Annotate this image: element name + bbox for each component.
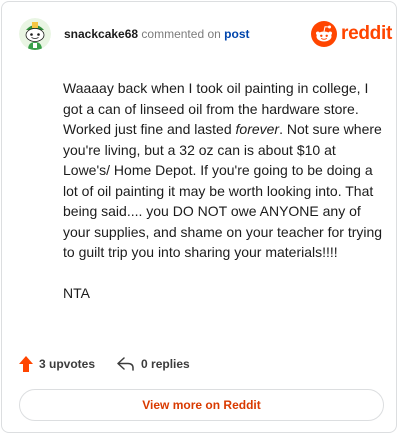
reddit-wordmark: reddit <box>341 23 392 44</box>
reply-arrow-icon <box>117 357 134 371</box>
view-more-button[interactable]: View more on Reddit <box>19 389 384 421</box>
comment-paragraph: NTA <box>63 284 90 301</box>
replies-stat[interactable]: 0 replies <box>117 357 190 371</box>
comment-stats: 3 upvotes 0 replies <box>19 356 190 372</box>
username-link[interactable]: snackcake68 <box>64 27 138 41</box>
header-action-text: commented on <box>141 27 221 41</box>
reddit-logo[interactable]: reddit <box>311 21 392 47</box>
comment-emphasis: forever <box>235 121 280 137</box>
reddit-snoo-icon <box>311 21 337 47</box>
comment-text: . Not sure where you're living, but a 32… <box>63 121 383 260</box>
comment-header: snackcake68 commented on post <box>64 27 250 41</box>
snoo-avatar-icon <box>19 18 51 50</box>
replies-count: 0 replies <box>141 357 190 371</box>
comment-paragraph: Waaaay back when I took oil painting in … <box>63 78 385 263</box>
avatar[interactable] <box>19 18 51 50</box>
upvote-arrow-icon <box>19 356 33 372</box>
post-link[interactable]: post <box>224 27 249 41</box>
comment-card: snackcake68 commented on post reddit Waa… <box>1 1 397 433</box>
upvotes-count: 3 upvotes <box>39 357 96 371</box>
comment-body: Waaaay back when I took oil painting in … <box>63 78 385 303</box>
upvotes-stat[interactable]: 3 upvotes <box>19 356 95 372</box>
